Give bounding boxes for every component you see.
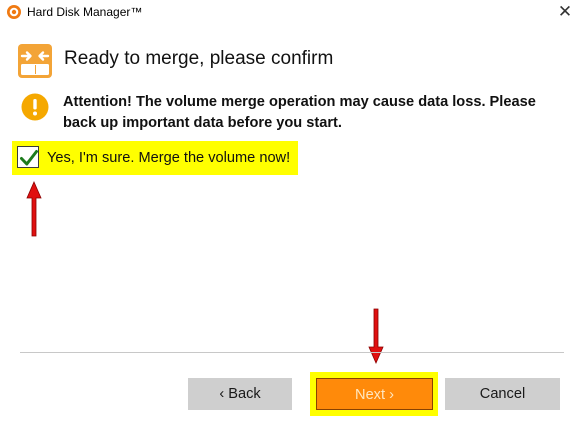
title-bar: Hard Disk Manager™ ✕ — [0, 0, 585, 26]
footer-divider — [20, 352, 564, 353]
warning-message: Attention! The volume merge operation ma… — [63, 94, 536, 131]
confirm-checkbox[interactable] — [17, 146, 39, 168]
merge-icon — [18, 44, 52, 78]
window-title: Hard Disk Manager™ — [27, 5, 143, 19]
hdm-logo-icon — [7, 5, 21, 19]
page-title: Ready to merge, please confirm — [64, 48, 334, 69]
confirm-label[interactable]: Yes, I'm sure. Merge the volume now! — [47, 150, 290, 166]
red-arrow-down-icon — [368, 308, 384, 364]
close-button[interactable]: ✕ — [555, 2, 575, 22]
next-button[interactable]: Next › — [316, 378, 433, 410]
back-button[interactable]: ‹ Back — [188, 378, 292, 410]
checkmark-icon — [20, 150, 38, 166]
cancel-button[interactable]: Cancel — [445, 378, 560, 410]
red-arrow-up-icon — [26, 181, 42, 237]
warning-icon — [21, 93, 49, 121]
